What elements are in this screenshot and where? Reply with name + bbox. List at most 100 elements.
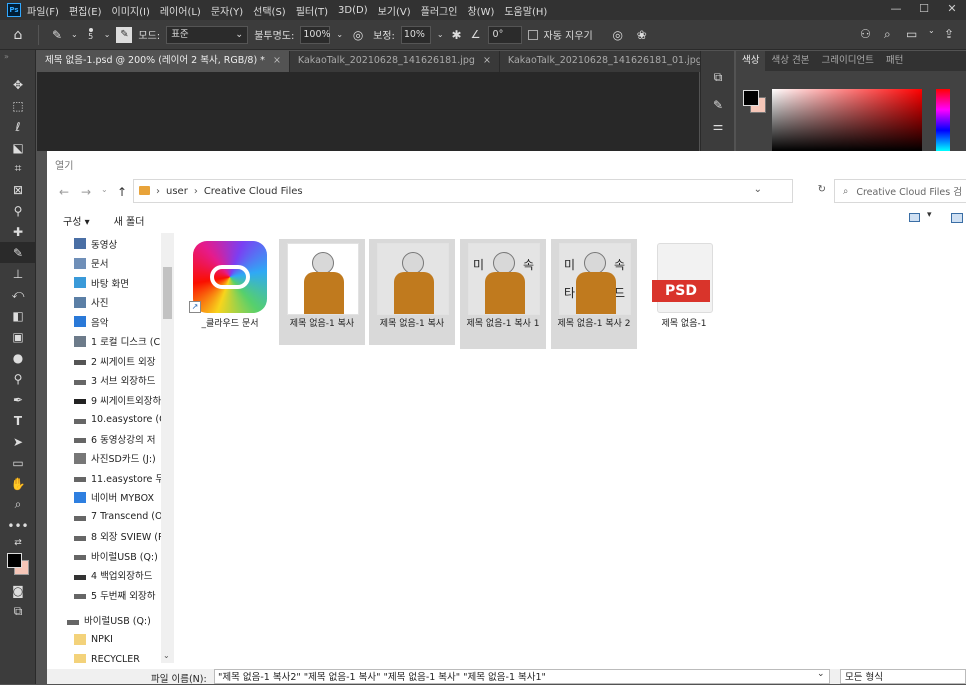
chevron-down-icon[interactable]: ⌄ — [101, 185, 108, 194]
brush-settings-icon[interactable]: ✎ — [701, 94, 735, 115]
chevron-down-icon[interactable]: ⌄ — [71, 30, 78, 39]
stamp-tool-icon[interactable]: ⊥ — [0, 263, 36, 284]
nav-item[interactable]: 문서 — [47, 254, 174, 274]
nav-item[interactable]: 10.easystore (G: — [47, 410, 174, 430]
close-icon[interactable]: × — [483, 55, 491, 66]
lasso-tool-icon[interactable]: ℓ — [0, 116, 36, 137]
chevron-down-icon[interactable]: ⌄ — [928, 26, 935, 35]
zoom-tool-icon[interactable]: ⌕ — [0, 494, 36, 515]
tab-color[interactable]: 색상 — [736, 51, 766, 71]
menu-3d[interactable]: 3D(D) — [338, 5, 368, 16]
chevron-down-icon[interactable]: ⌄ — [336, 30, 343, 39]
history-panel-icon[interactable]: ⧉ — [701, 67, 735, 88]
path-input[interactable]: › user › Creative Cloud Files ⌄ ↻ — [133, 179, 826, 203]
user-search-icon[interactable]: ⚇ — [860, 27, 871, 41]
file-item-copy-1[interactable]: 미 속 제목 없음-1 복사 1 — [460, 239, 546, 349]
chevron-down-icon[interactable]: ▾ — [927, 210, 932, 220]
type-tool-icon[interactable]: T — [0, 410, 36, 431]
share-icon[interactable]: ⇪ — [944, 27, 954, 41]
rectangle-tool-icon[interactable]: ▭ — [0, 452, 36, 473]
tab-kakaotalk-01-jpg[interactable]: KakaoTalk_20210628_141626181_01.jpg× — [499, 51, 727, 72]
nav-item[interactable]: 1 로컬 디스크 (C — [47, 332, 174, 352]
object-select-tool-icon[interactable]: ⬕ — [0, 137, 36, 158]
frame-tool-icon[interactable]: ⊠ — [0, 179, 36, 200]
filename-input[interactable]: "제목 없음-1 복사2" "제목 없음-1 복사" "제목 없음-1 복사" … — [214, 669, 830, 684]
nav-item[interactable]: 8 외장 SVIEW (P — [47, 527, 174, 547]
home-icon[interactable]: ⌂ — [8, 27, 28, 43]
foreground-color-swatch[interactable] — [7, 553, 22, 568]
nav-item[interactable]: 바탕 화면 — [47, 273, 174, 293]
tab-document-psd[interactable]: 제목 없음-1.psd @ 200% (레이어 2 복사, RGB/8) * × — [37, 51, 290, 72]
chevron-down-icon[interactable]: ⌄ — [437, 30, 444, 39]
nav-item[interactable]: 바이럴USB (Q:) — [47, 546, 174, 566]
nav-item[interactable]: 5 두번째 외장하 — [47, 585, 174, 605]
close-icon[interactable]: ✕ — [938, 0, 966, 20]
color-spectrum-field[interactable] — [772, 89, 922, 151]
menu-image[interactable]: 이미지(I) — [112, 3, 150, 18]
nav-item[interactable]: 7 Transcend (O: — [47, 507, 174, 527]
minimize-icon[interactable]: — — [882, 0, 910, 20]
swap-colors-icon[interactable]: ⇄ — [0, 536, 36, 550]
tab-kakaotalk-jpg[interactable]: KakaoTalk_20210628_141626181.jpg × — [289, 51, 500, 72]
chevron-down-icon[interactable]: ⌄ — [817, 669, 825, 679]
opacity-field[interactable]: 100% — [300, 25, 331, 44]
menu-view[interactable]: 보기(V) — [378, 3, 411, 18]
color-swatches[interactable] — [0, 550, 36, 576]
pencil-tool-icon[interactable]: ✎ — [0, 242, 36, 263]
file-item-copy[interactable]: 제목 없음-1 복사 — [279, 239, 365, 345]
menu-layer[interactable]: 레이어(L) — [160, 3, 201, 18]
menu-window[interactable]: 창(W) — [467, 3, 494, 18]
nav-item[interactable]: RECYCLER — [47, 650, 174, 663]
pressure-size-icon[interactable]: ◎ — [609, 28, 627, 42]
blur-tool-icon[interactable]: ● — [0, 347, 36, 368]
menu-type[interactable]: 문자(Y) — [211, 3, 243, 18]
nav-item[interactable]: 3 서브 외장하드 — [47, 371, 174, 391]
menu-help[interactable]: 도움말(H) — [504, 3, 547, 18]
tab-gradients[interactable]: 그레이디언트 — [815, 51, 879, 71]
maximize-icon[interactable]: ☐ — [910, 0, 938, 20]
scroll-down-arrow-icon[interactable]: ⌄ — [163, 651, 170, 660]
menu-file[interactable]: 파일(F) — [27, 3, 59, 18]
workspace-icon[interactable]: ▭ — [906, 27, 917, 41]
canvas-area[interactable] — [37, 72, 699, 151]
mode-select[interactable]: 표준 ⌄ — [166, 25, 249, 44]
eyedropper-tool-icon[interactable]: ⚲ — [0, 200, 36, 221]
organize-button[interactable]: 구성 ▾ — [63, 213, 90, 228]
dodge-tool-icon[interactable]: ⚲ — [0, 368, 36, 389]
forward-arrow-icon[interactable]: → — [81, 185, 91, 199]
symmetry-icon[interactable]: ❀ — [633, 28, 651, 42]
nav-item[interactable]: 바이럴USB (Q:) — [47, 611, 174, 631]
back-arrow-icon[interactable]: ← — [59, 185, 69, 199]
nav-item[interactable]: 2 씨게이트 외장 — [47, 351, 174, 371]
nav-item[interactable]: 사진 — [47, 293, 174, 313]
tab-swatches[interactable]: 색상 견본 — [765, 51, 815, 71]
auto-erase-checkbox[interactable] — [527, 29, 538, 40]
angle-field[interactable]: 0° — [487, 25, 522, 44]
more-tools-icon[interactable]: ••• — [0, 515, 36, 536]
navigation-scrollbar[interactable]: ⌄ — [161, 233, 174, 663]
nav-item[interactable]: NPKI — [47, 630, 174, 650]
healing-tool-icon[interactable]: ✚ — [0, 221, 36, 242]
panel-foreground-swatch[interactable] — [743, 90, 759, 106]
path-select-icon[interactable]: ➤ — [0, 431, 36, 452]
nav-item[interactable]: 11.easystore 두 — [47, 468, 174, 488]
search-input[interactable]: ⌕ Creative Cloud Files 검 — [834, 179, 966, 203]
menu-select[interactable]: 선택(S) — [253, 3, 286, 18]
nav-item[interactable]: 음악 — [47, 312, 174, 332]
nav-item[interactable]: 9 씨게이트외장하 — [47, 390, 174, 410]
screen-mode-icon[interactable]: ⧉ — [0, 601, 36, 622]
search-icon[interactable]: ⌕ — [884, 27, 891, 42]
close-icon[interactable]: × — [273, 55, 281, 66]
smoothing-field[interactable]: 10% — [400, 25, 431, 44]
up-arrow-icon[interactable]: ↑ — [117, 185, 127, 199]
gradient-tool-icon[interactable]: ▣ — [0, 326, 36, 347]
menu-plugins[interactable]: 플러그인 — [421, 3, 458, 18]
file-item-copy[interactable]: 제목 없음-1 복사 — [369, 239, 455, 345]
tab-patterns[interactable]: 패턴 — [880, 51, 909, 71]
adjustments-icon[interactable]: ⚌ — [701, 115, 735, 136]
preview-pane-icon[interactable] — [951, 213, 963, 223]
quick-mask-icon[interactable]: ◙ — [0, 580, 36, 601]
eraser-tool-icon[interactable]: ◧ — [0, 305, 36, 326]
gear-icon[interactable]: ✱ — [450, 28, 464, 42]
pencil-tool-icon[interactable]: ✎ — [49, 28, 65, 42]
